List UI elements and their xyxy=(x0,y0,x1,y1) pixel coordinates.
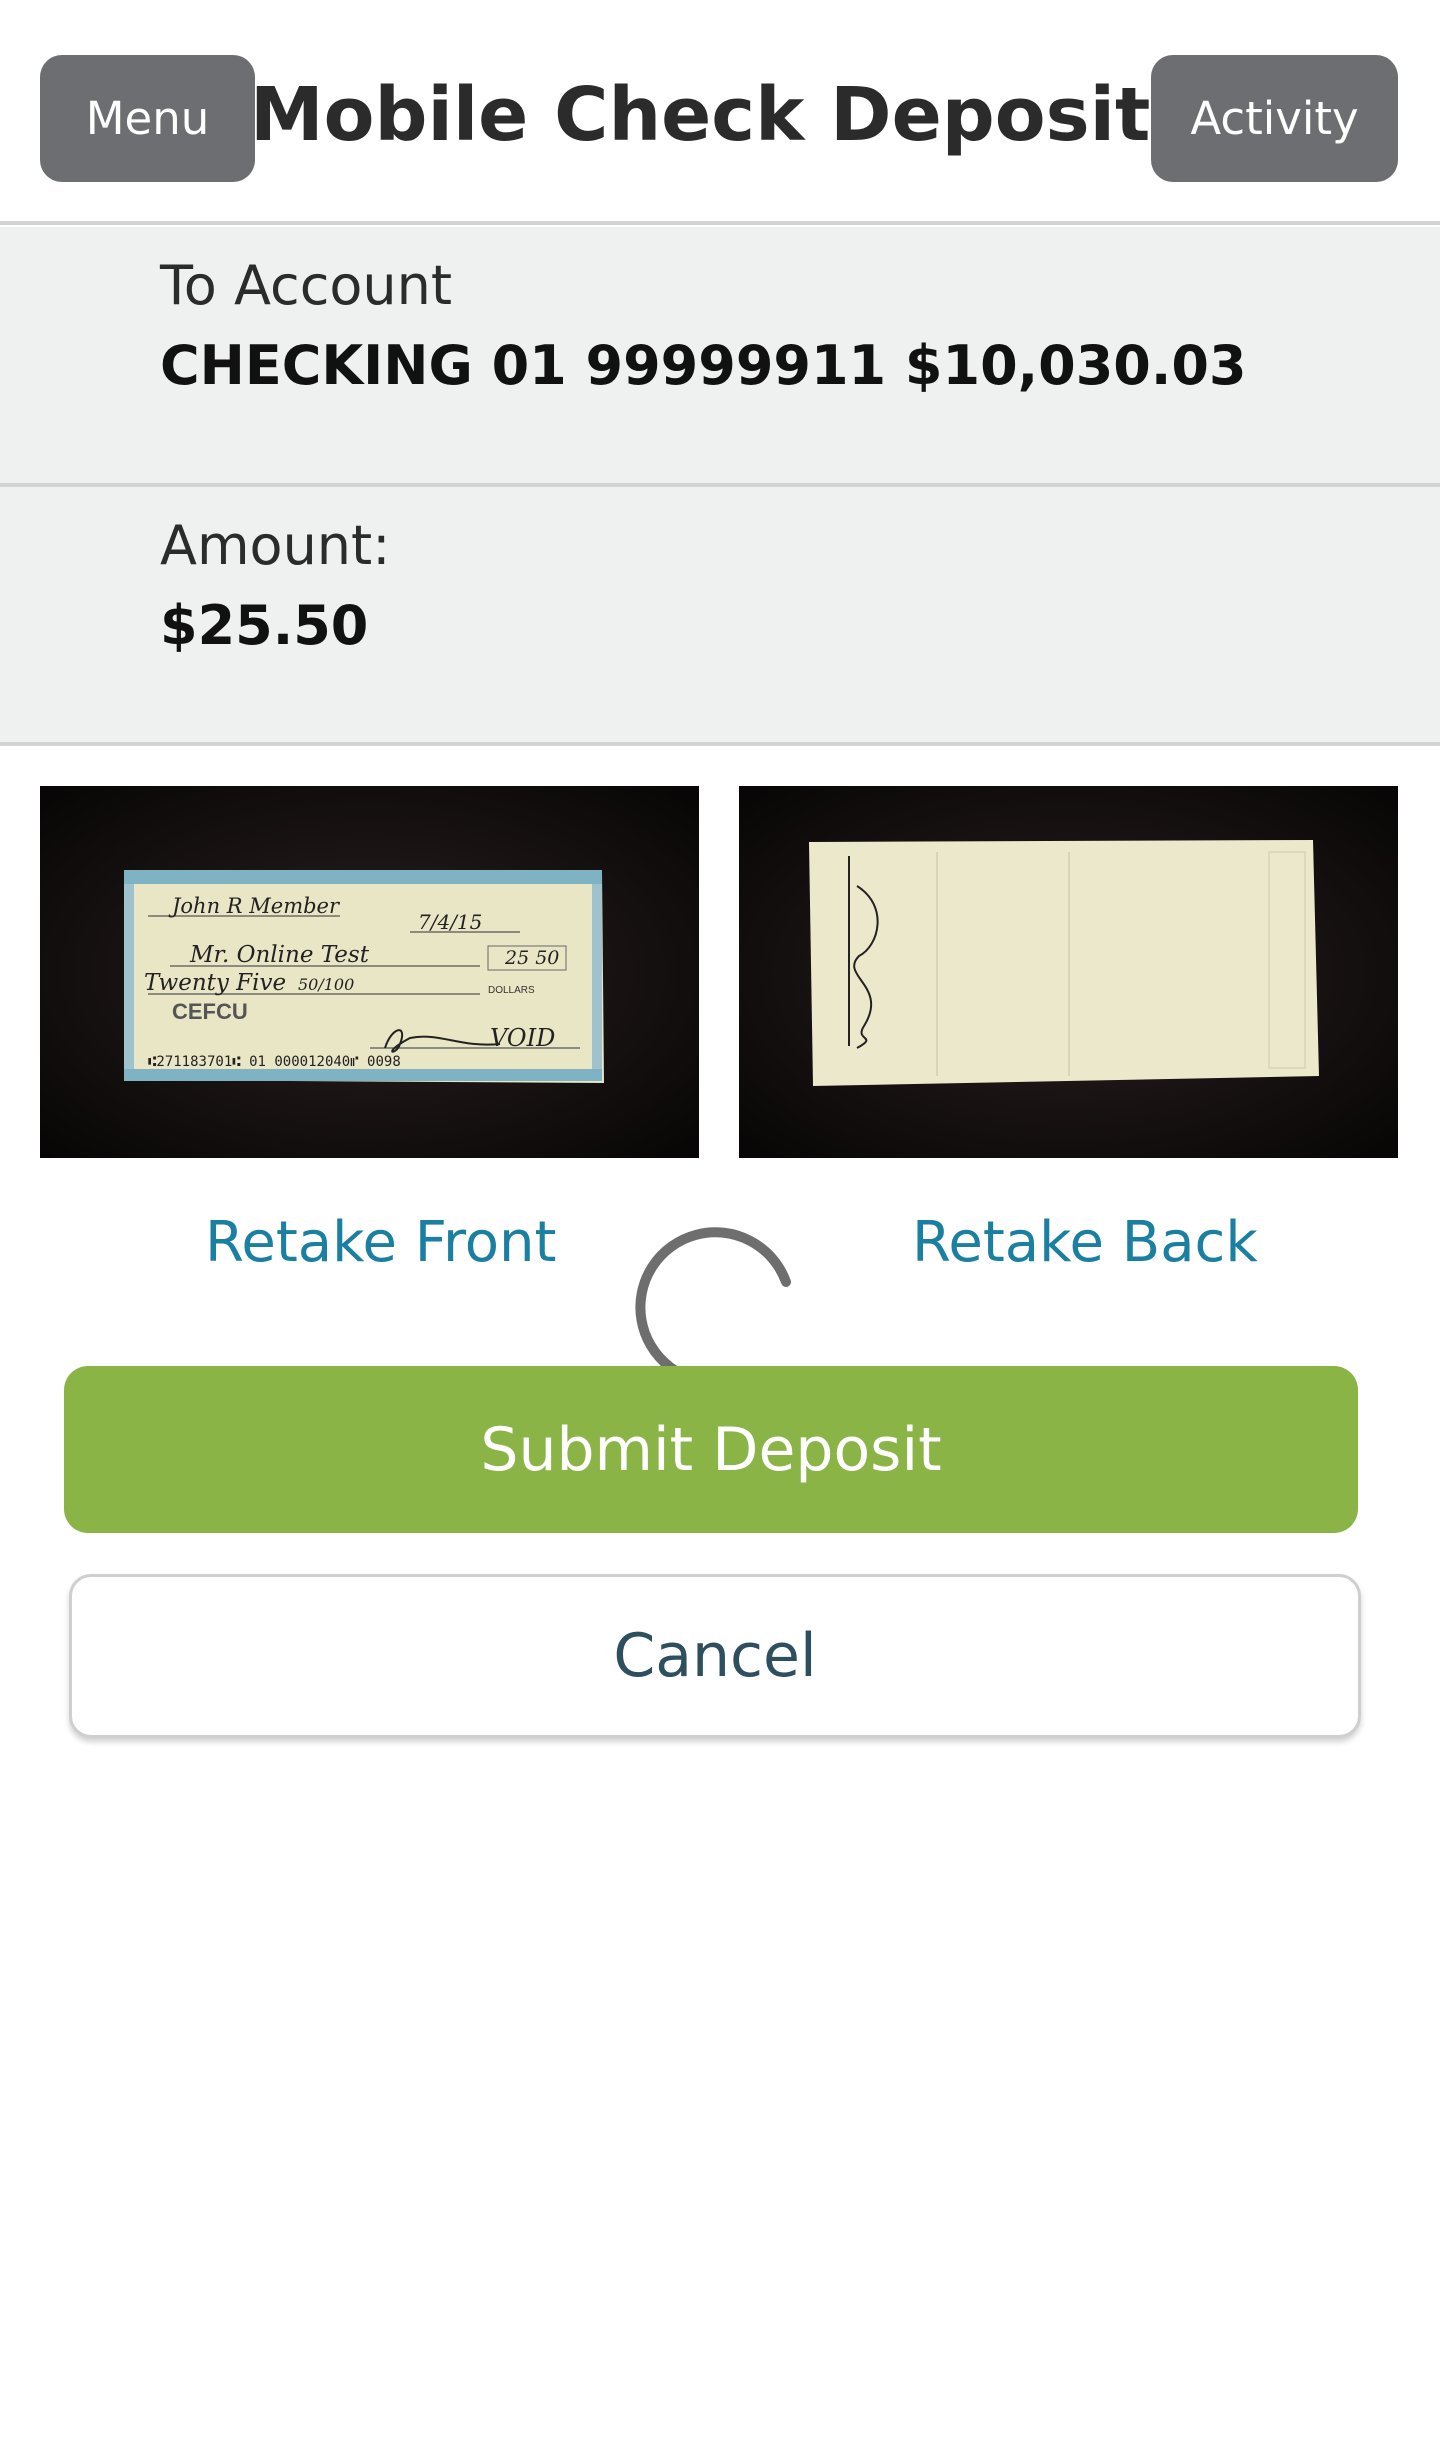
check-front-image[interactable]: John R Member 7/4/15 Mr. Online Test 25 … xyxy=(40,786,699,1158)
activity-button[interactable]: Activity xyxy=(1151,55,1398,182)
check-name-text: John R Member xyxy=(168,894,341,918)
check-written-amount-text: Twenty Five xyxy=(144,970,286,996)
cancel-button[interactable]: Cancel xyxy=(69,1574,1361,1738)
header-bar: Menu Mobile Check Deposit Activity xyxy=(0,0,1440,225)
to-account-selector[interactable]: To Account CHECKING 01 99999911 $10,030.… xyxy=(0,227,1440,487)
page-title: Mobile Check Deposit xyxy=(250,72,1151,158)
submit-deposit-button[interactable]: Submit Deposit xyxy=(64,1366,1358,1533)
to-account-value: CHECKING 01 99999911 $10,030.03 xyxy=(160,334,1247,397)
check-amount-text: 25 50 xyxy=(504,947,559,969)
check-micr-text: ⑆271183701⑆ 01 000012040⑈ 0098 xyxy=(148,1054,401,1070)
check-date-text: 7/4/15 xyxy=(418,910,482,934)
retake-back-link[interactable]: Retake Back xyxy=(912,1210,1258,1275)
check-bank-logo: CEFCU xyxy=(172,999,248,1024)
retake-front-link[interactable]: Retake Front xyxy=(205,1210,556,1275)
check-back-image[interactable] xyxy=(739,786,1398,1158)
amount-field[interactable]: Amount: $25.50 xyxy=(0,487,1440,746)
check-dollars-label: DOLLARS xyxy=(488,985,535,996)
check-written-fraction-text: 50/100 xyxy=(298,975,354,994)
check-payee-text: Mr. Online Test xyxy=(189,942,370,968)
amount-value: $25.50 xyxy=(160,594,369,657)
check-void-text: VOID xyxy=(490,1024,555,1052)
to-account-label: To Account xyxy=(160,254,453,317)
amount-label: Amount: xyxy=(160,514,391,577)
menu-button[interactable]: Menu xyxy=(40,55,255,182)
